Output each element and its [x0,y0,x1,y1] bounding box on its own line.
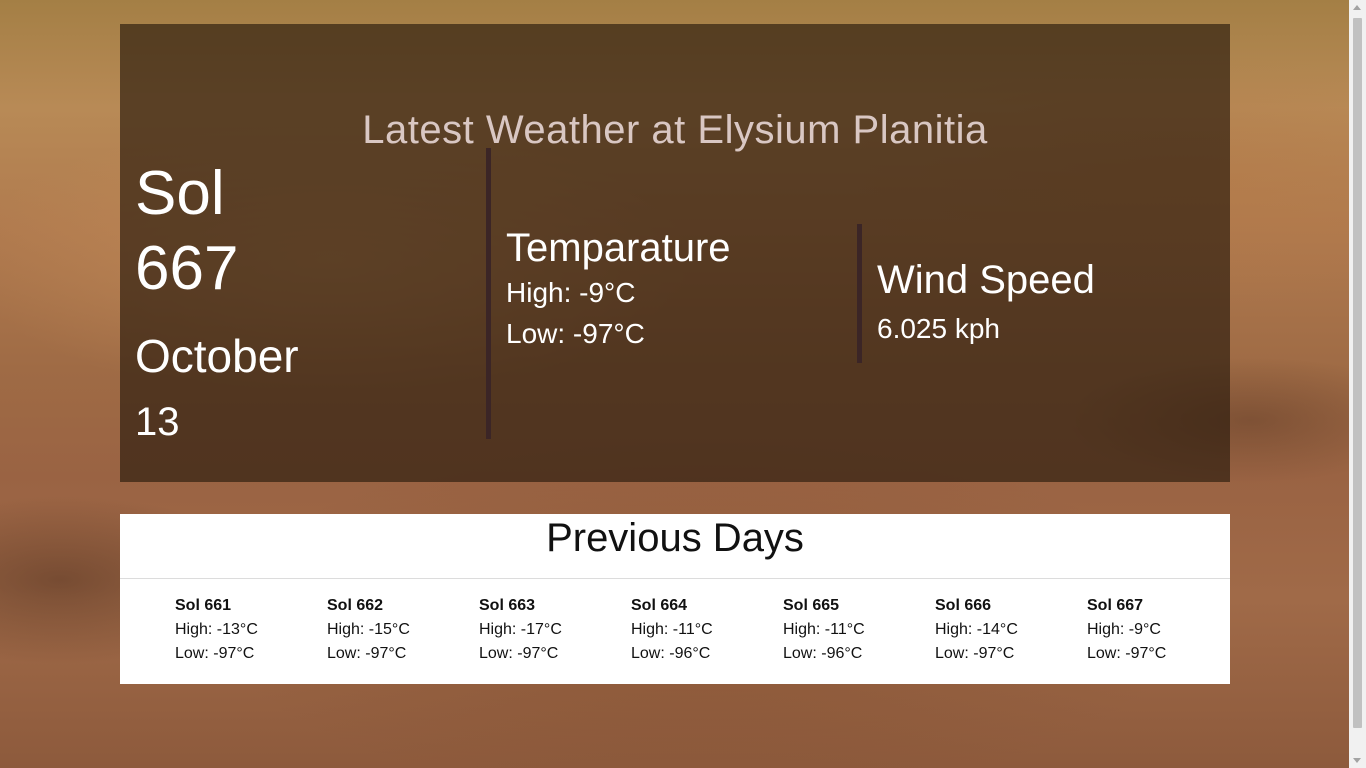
wind-speed-block: Wind Speed 6.025 kph [877,256,1217,354]
previous-day-sol: Sol 663 [479,597,536,614]
previous-day-sol: Sol 667 [1087,597,1144,614]
wind-speed-value: 6.025 kph [877,313,1000,344]
previous-day-low: Low: -96°C [631,645,711,662]
section-divider [486,148,491,439]
scroll-up-arrow-icon[interactable] [1353,5,1361,10]
previous-days-panel: Previous Days Sol 661 High: -13°C Low: -… [120,514,1230,684]
previous-day-high: High: -11°C [631,621,713,638]
temperature-high: High: -9°C [506,277,636,308]
previous-day-low: Low: -97°C [479,645,559,662]
previous-day-sol: Sol 666 [935,597,992,614]
temperature-block: Temparature High: -9°C Low: -97°C [506,224,846,354]
sol-number: 667 [135,234,239,303]
previous-day-item: Sol 667 High: -9°C Low: -97°C [1087,594,1239,666]
previous-day-item: Sol 661 High: -13°C Low: -97°C [175,594,327,666]
section-divider [857,224,862,363]
previous-day-item: Sol 663 High: -17°C Low: -97°C [479,594,631,666]
previous-day-item: Sol 665 High: -11°C Low: -96°C [783,594,935,666]
vertical-scrollbar[interactable] [1349,0,1366,768]
current-weather-panel: Latest Weather at Elysium Planitia Sol 6… [120,24,1230,482]
previous-day-sol: Sol 661 [175,597,232,614]
previous-day-item: Sol 662 High: -15°C Low: -97°C [327,594,479,666]
previous-day-high: High: -11°C [783,621,865,638]
previous-day-low: Low: -97°C [1087,645,1167,662]
previous-days-list: Sol 661 High: -13°C Low: -97°C Sol 662 H… [175,594,1239,666]
previous-day-item: Sol 664 High: -11°C Low: -96°C [631,594,783,666]
previous-day-high: High: -9°C [1087,621,1161,638]
temperature-low: Low: -97°C [506,318,645,349]
earth-month: October [135,330,299,382]
previous-day-sol: Sol 665 [783,597,840,614]
wind-speed-heading: Wind Speed [877,258,1095,302]
previous-day-item: Sol 666 High: -14°C Low: -97°C [935,594,1087,666]
previous-days-title: Previous Days [120,514,1230,579]
scroll-down-arrow-icon[interactable] [1353,758,1361,763]
previous-day-low: Low: -97°C [935,645,1015,662]
previous-day-high: High: -15°C [327,621,410,638]
sol-date-block: Sol 667 October 13 [135,156,475,452]
previous-day-high: High: -14°C [935,621,1018,638]
previous-day-low: Low: -97°C [327,645,407,662]
previous-day-low: Low: -96°C [783,645,863,662]
previous-day-high: High: -17°C [479,621,562,638]
scrollbar-thumb[interactable] [1353,18,1362,728]
earth-day: 13 [135,400,180,444]
previous-day-sol: Sol 664 [631,597,688,614]
previous-day-high: High: -13°C [175,621,258,638]
previous-day-sol: Sol 662 [327,597,384,614]
previous-day-low: Low: -97°C [175,645,255,662]
temperature-heading: Temparature [506,226,731,270]
page-title: Latest Weather at Elysium Planitia [362,108,988,152]
sol-label: Sol [135,159,225,228]
